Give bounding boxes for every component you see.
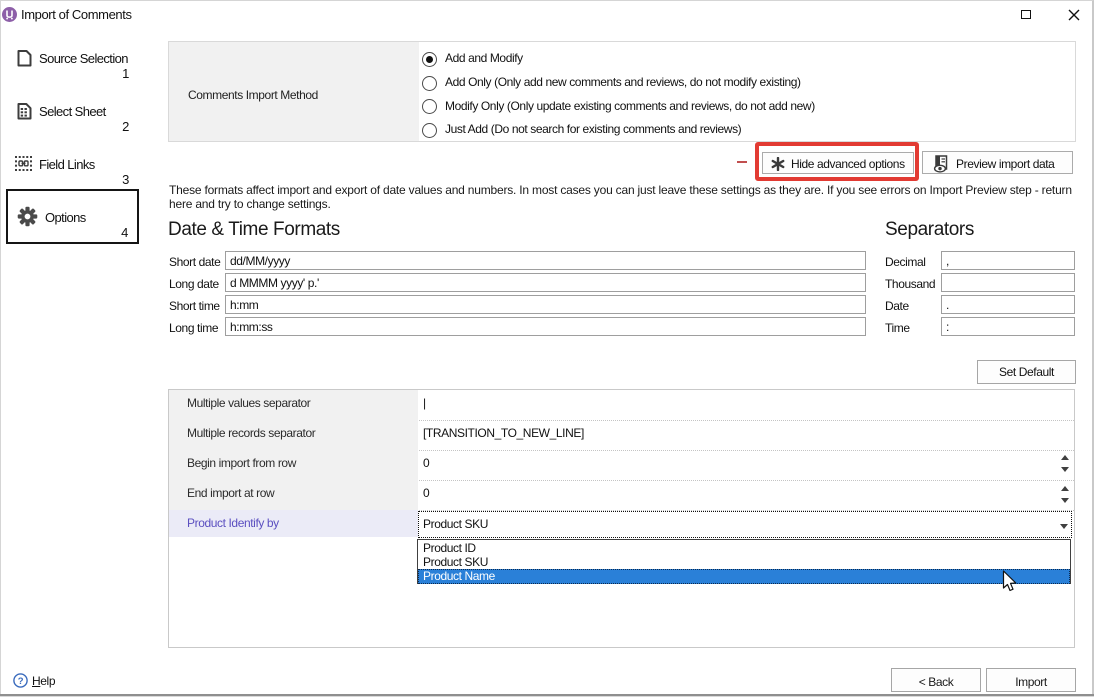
svg-text:?: ? [18,676,24,687]
